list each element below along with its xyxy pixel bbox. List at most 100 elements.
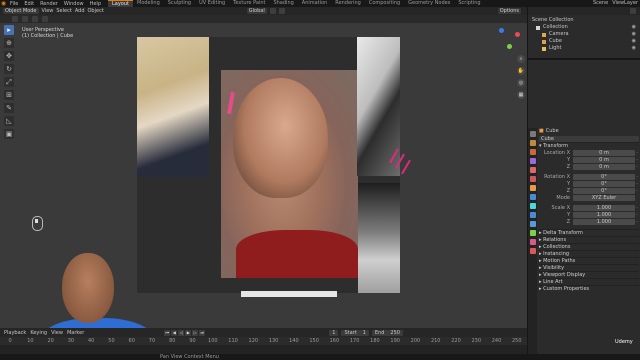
start-frame-field[interactable]: Start 1: [341, 329, 369, 336]
next-key-icon[interactable]: ▷: [192, 329, 199, 336]
workspace-tab-sculpting[interactable]: Sculpting: [164, 0, 195, 7]
world-tab-icon[interactable]: [529, 176, 536, 182]
constraints-tab-icon[interactable]: [529, 221, 536, 227]
location-x-field[interactable]: 0 m: [573, 150, 635, 156]
section-viewport-display[interactable]: ▸ Viewport Display: [539, 271, 639, 278]
menu-item-edit[interactable]: Edit: [24, 1, 34, 7]
scale-z-field[interactable]: 1.000: [573, 219, 635, 225]
outliner-item-light[interactable]: Light ◉: [532, 45, 636, 52]
viewport-menu-object[interactable]: Object: [88, 8, 104, 14]
workspace-tab-shading[interactable]: Shading: [269, 0, 297, 7]
annotate-tool-icon[interactable]: ✎: [4, 103, 14, 113]
viewport-menu-select[interactable]: Select: [56, 8, 71, 14]
tool-tab-icon[interactable]: [529, 131, 536, 137]
snap-icon[interactable]: [269, 8, 276, 14]
workspace-tab-modeling[interactable]: Modeling: [133, 0, 164, 7]
cursor-tool-icon[interactable]: ⊕: [4, 38, 14, 48]
workspace-tab-animation[interactable]: Animation: [298, 0, 332, 7]
marker-menu[interactable]: Marker: [67, 330, 84, 336]
menu-item-window[interactable]: Window: [64, 1, 84, 7]
particles-tab-icon[interactable]: [529, 203, 536, 209]
scale-tool-icon[interactable]: ⤢: [4, 77, 14, 87]
workspace-tab-scripting[interactable]: Scripting: [454, 0, 484, 7]
current-frame-field[interactable]: 1: [329, 329, 339, 336]
move-tool-icon[interactable]: ✥: [4, 51, 14, 61]
add-cube-tool-icon[interactable]: ▣: [4, 129, 14, 139]
blender-logo-icon[interactable]: ◉: [0, 0, 7, 7]
physics-tab-icon[interactable]: [529, 212, 536, 218]
workspace-tab-compositing[interactable]: Compositing: [365, 0, 404, 7]
menu-item-file[interactable]: File: [10, 1, 18, 7]
prev-key-icon[interactable]: ◀: [171, 329, 178, 336]
camera-view-icon[interactable]: ◎: [517, 79, 525, 87]
visibility-eye-icon[interactable]: ◉: [632, 38, 636, 45]
rotation-y-field[interactable]: 0°: [573, 181, 635, 187]
outliner-scene-collection[interactable]: Scene Collection: [532, 17, 636, 24]
scale-y-field[interactable]: 1.000: [573, 212, 635, 218]
transform-panel[interactable]: ▾ Transform: [539, 142, 639, 149]
section-relations[interactable]: ▸ Relations: [539, 236, 639, 243]
scene-tab-icon[interactable]: [529, 167, 536, 173]
object-name-field[interactable]: Cube: [539, 135, 639, 142]
workspace-tab-uv-editing[interactable]: UV Editing: [195, 0, 229, 7]
select-subtract-icon[interactable]: [32, 16, 38, 22]
zoom-icon[interactable]: ⌕: [517, 55, 525, 63]
reference-image-blonde[interactable]: [137, 37, 209, 177]
options-dropdown[interactable]: Options: [497, 8, 521, 14]
measure-tool-icon[interactable]: ◺: [4, 116, 14, 126]
viewport-menu-add[interactable]: Add: [75, 8, 85, 14]
proportional-edit-icon[interactable]: [278, 8, 285, 14]
data-tab-icon[interactable]: [529, 230, 536, 236]
section-line-art[interactable]: ▸ Line Art: [539, 278, 639, 285]
scene-name[interactable]: Scene: [593, 0, 608, 7]
material-tab-icon[interactable]: [529, 239, 536, 245]
section-custom-properties[interactable]: ▸ Custom Properties: [539, 285, 639, 292]
playback-menu[interactable]: Playback: [4, 330, 26, 336]
workspace-tab-layout[interactable]: Layout: [108, 0, 133, 7]
navigation-gizmo[interactable]: [497, 26, 523, 52]
rotation-mode-dropdown[interactable]: XYZ Euler: [573, 195, 635, 201]
keying-menu[interactable]: Keying: [30, 330, 47, 336]
mode-dropdown[interactable]: Object Mode: [3, 8, 39, 14]
rotation-z-field[interactable]: 0°: [573, 188, 635, 194]
visibility-eye-icon[interactable]: ◉: [632, 24, 636, 31]
reference-image-bottom[interactable]: [241, 291, 337, 297]
texture-tab-icon[interactable]: [529, 248, 536, 254]
section-instancing[interactable]: ▸ Instancing: [539, 250, 639, 257]
end-frame-field[interactable]: End 250: [371, 329, 403, 336]
render-tab-icon[interactable]: [529, 140, 536, 146]
perspective-toggle-icon[interactable]: ▦: [517, 91, 525, 99]
section-visibility[interactable]: ▸ Visibility: [539, 264, 639, 271]
select-extend-icon[interactable]: [22, 16, 28, 22]
play-icon[interactable]: ▶: [185, 329, 192, 336]
reference-image-profile[interactable]: [221, 70, 358, 278]
scene-selector[interactable]: Scene ViewLayer: [593, 0, 638, 7]
section-delta-transform[interactable]: ▸ Delta Transform: [539, 229, 639, 236]
reference-image-eyes[interactable]: [358, 183, 400, 293]
view-layer-name[interactable]: ViewLayer: [612, 0, 638, 7]
menu-item-help[interactable]: Help: [90, 1, 101, 7]
workspace-tab-texture-paint[interactable]: Texture Paint: [229, 0, 269, 7]
output-tab-icon[interactable]: [529, 149, 536, 155]
select-box-icon[interactable]: [12, 16, 18, 22]
modifier-tab-icon[interactable]: [529, 194, 536, 200]
workspace-tab-rendering[interactable]: Rendering: [331, 0, 365, 7]
section-motion-paths[interactable]: ▸ Motion Paths: [539, 257, 639, 264]
panel-divider[interactable]: [528, 58, 640, 60]
pan-icon[interactable]: ✋: [517, 67, 525, 75]
view-layer-tab-icon[interactable]: [529, 158, 536, 164]
workspace-tab-geometry-nodes[interactable]: Geometry Nodes: [404, 0, 454, 7]
gizmo-y-icon[interactable]: [507, 44, 512, 49]
timeline-body[interactable]: [0, 345, 527, 354]
outliner-item-collection[interactable]: Collection ◉: [532, 24, 636, 31]
viewport-menu-view[interactable]: View: [42, 8, 54, 14]
location-z-field[interactable]: 0 m: [573, 164, 635, 170]
select-invert-icon[interactable]: [42, 16, 48, 22]
scale-x-field[interactable]: 1.000: [573, 205, 635, 211]
jump-start-icon[interactable]: ⏮: [164, 329, 171, 336]
transform-tool-icon[interactable]: ⊞: [4, 90, 14, 100]
visibility-eye-icon[interactable]: ◉: [632, 31, 636, 38]
rotation-x-field[interactable]: 0°: [573, 174, 635, 180]
jump-end-icon[interactable]: ⏭: [199, 329, 206, 336]
outliner-item-camera[interactable]: Camera ◉: [532, 31, 636, 38]
